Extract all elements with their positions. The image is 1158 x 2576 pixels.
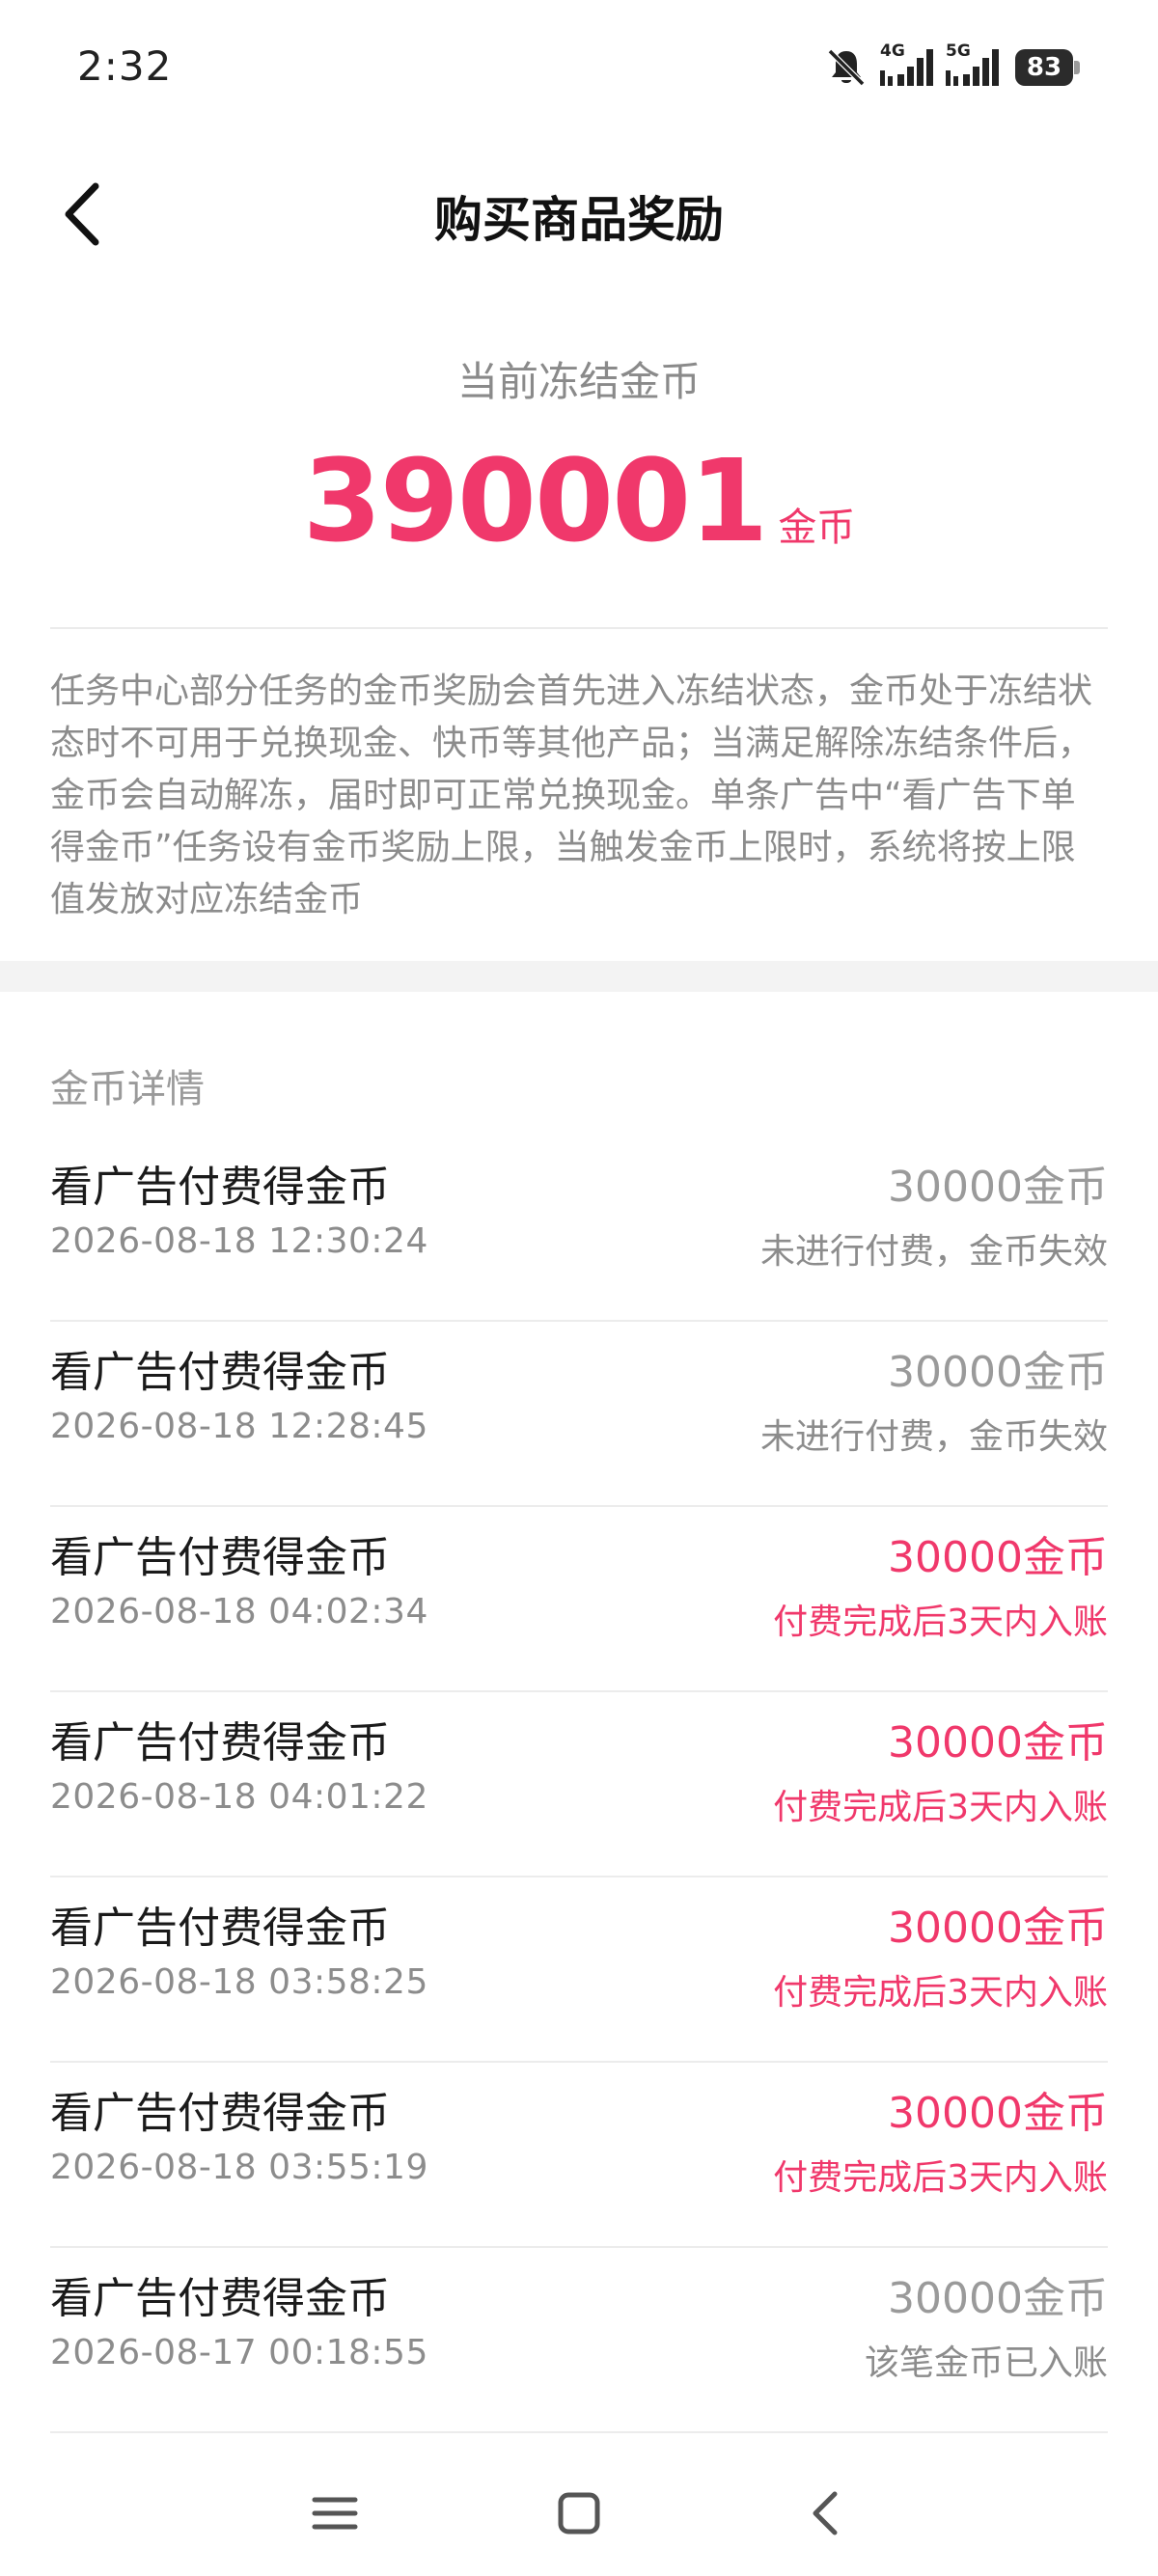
coin-record-list: 看广告付费得金币 2026-08-18 12:30:24 30000金币 未进行… bbox=[50, 1137, 1108, 2433]
record-amount: 30000金币 bbox=[888, 2089, 1108, 2138]
record-status: 付费完成后3天内入账 bbox=[773, 2158, 1108, 2198]
record-status: 付费完成后3天内入账 bbox=[773, 1603, 1108, 1642]
record-amount: 30000金币 bbox=[888, 2274, 1108, 2323]
signal-bars-icon bbox=[880, 49, 933, 86]
nav-back-button[interactable] bbox=[782, 2470, 868, 2557]
list-item[interactable]: 看广告付费得金币 2026-08-18 12:28:45 30000金币 未进行… bbox=[50, 1322, 1108, 1507]
signal-bars-icon bbox=[946, 49, 999, 86]
coin-details-title: 金币详情 bbox=[50, 1067, 205, 1111]
frozen-coins-notice: 任务中心部分任务的金币奖励会首先进入冻结状态，金币处于冻结状态时不可用于兑换现金… bbox=[50, 671, 1093, 919]
list-item[interactable]: 看广告付费得金币 2026-08-18 12:30:24 30000金币 未进行… bbox=[50, 1137, 1108, 1322]
section-separator bbox=[0, 961, 1158, 992]
record-title: 看广告付费得金币 bbox=[50, 2274, 390, 2323]
battery-icon: 83 bbox=[1015, 49, 1083, 86]
record-time: 2026-08-18 03:55:19 bbox=[50, 2148, 428, 2187]
frozen-coins-label: 当前冻结金币 bbox=[456, 358, 701, 405]
record-status: 未进行付费，金币失效 bbox=[759, 1232, 1108, 1272]
record-title: 看广告付费得金币 bbox=[50, 1348, 390, 1397]
back-triangle-icon bbox=[813, 2491, 838, 2535]
system-nav-bar bbox=[0, 2451, 1158, 2576]
mute-bell-icon bbox=[827, 48, 866, 87]
status-bar: 2:32 4G 5G 83 bbox=[0, 0, 1158, 135]
record-amount: 30000金币 bbox=[888, 1718, 1108, 1768]
record-amount: 30000金币 bbox=[888, 1163, 1108, 1212]
record-amount: 30000金币 bbox=[888, 1533, 1108, 1582]
divider bbox=[50, 627, 1108, 629]
record-time: 2026-08-18 04:02:34 bbox=[50, 1592, 428, 1631]
list-item[interactable]: 看广告付费得金币 2026-08-18 04:01:22 30000金币 付费完… bbox=[50, 1692, 1108, 1877]
record-time: 2026-08-18 03:58:25 bbox=[50, 1962, 428, 2002]
frozen-coins-value: 390001 bbox=[302, 434, 769, 567]
battery-level: 83 bbox=[1026, 53, 1062, 82]
record-title: 看广告付费得金币 bbox=[50, 1718, 390, 1768]
page: 2:32 4G 5G 83 购买商品奖励 当前冻结金币 390001 金币 任务… bbox=[0, 0, 1158, 2576]
nav-home-button[interactable] bbox=[536, 2470, 622, 2557]
record-status: 付费完成后3天内入账 bbox=[773, 1973, 1108, 2013]
list-item[interactable]: 看广告付费得金币 2026-08-18 04:02:34 30000金币 付费完… bbox=[50, 1507, 1108, 1692]
nav-menu-button[interactable] bbox=[291, 2470, 378, 2557]
record-title: 看广告付费得金币 bbox=[50, 2089, 390, 2138]
list-item[interactable]: 看广告付费得金币 2026-08-17 00:18:55 30000金币 该笔金… bbox=[50, 2248, 1108, 2433]
record-time: 2026-08-18 12:28:45 bbox=[50, 1407, 428, 1446]
record-title: 看广告付费得金币 bbox=[50, 1904, 390, 1953]
record-time: 2026-08-17 00:18:55 bbox=[50, 2333, 428, 2372]
menu-icon bbox=[312, 2497, 358, 2530]
signal-4g: 4G bbox=[878, 41, 934, 90]
record-time: 2026-08-18 12:30:24 bbox=[50, 1221, 428, 1261]
list-item[interactable]: 看广告付费得金币 2026-08-18 03:58:25 30000金币 付费完… bbox=[50, 1877, 1108, 2063]
page-title: 购买商品奖励 bbox=[434, 192, 724, 248]
status-time: 2:32 bbox=[77, 42, 173, 90]
record-status: 该笔金币已入账 bbox=[864, 2343, 1108, 2383]
record-status: 付费完成后3天内入账 bbox=[773, 1788, 1108, 1827]
signal-5g: 5G bbox=[944, 41, 1000, 90]
record-amount: 30000金币 bbox=[888, 1348, 1108, 1397]
frozen-coins-amount: 390001 金币 bbox=[0, 434, 1158, 567]
record-time: 2026-08-18 04:01:22 bbox=[50, 1777, 428, 1817]
record-status: 未进行付费，金币失效 bbox=[759, 1417, 1108, 1457]
frozen-coins-unit: 金币 bbox=[778, 506, 856, 550]
record-amount: 30000金币 bbox=[888, 1904, 1108, 1953]
square-home-icon bbox=[558, 2492, 600, 2535]
header: 购买商品奖励 bbox=[0, 154, 1158, 270]
list-item[interactable]: 看广告付费得金币 2026-08-18 03:55:19 30000金币 付费完… bbox=[50, 2063, 1108, 2248]
record-title: 看广告付费得金币 bbox=[50, 1533, 390, 1582]
status-icons: 4G 5G 83 bbox=[824, 41, 1083, 93]
record-title: 看广告付费得金币 bbox=[50, 1163, 390, 1212]
